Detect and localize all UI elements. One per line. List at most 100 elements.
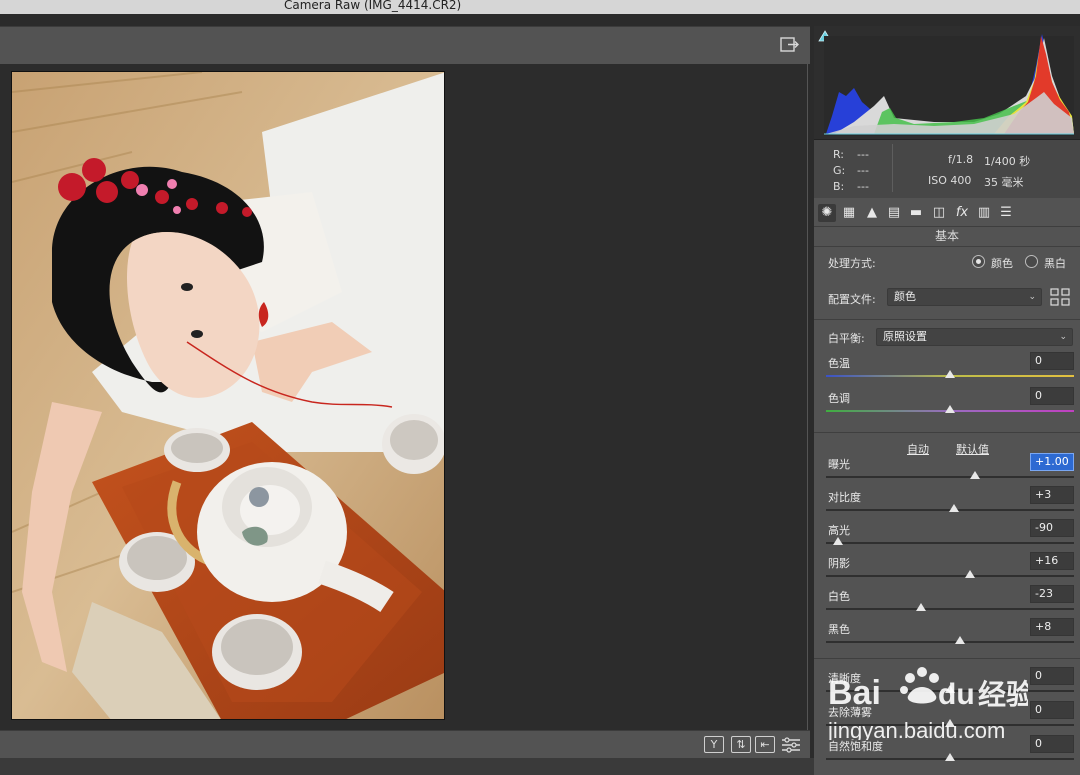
slider-label: 对比度 xyxy=(828,491,861,504)
camera-info: R: --- G: --- B: --- f/1.8 1/400 秒 ISO 400 … xyxy=(814,140,1080,198)
basic-aperture-icon[interactable]: ✺ xyxy=(818,204,836,222)
info-divider xyxy=(892,144,893,192)
slider-row: 自然饱和度 0 xyxy=(826,735,1074,768)
slider-thumb[interactable] xyxy=(945,753,955,761)
focal-length-value: 35 毫米 xyxy=(984,176,1024,189)
slider-thumb[interactable] xyxy=(969,471,980,479)
slider-row: 色调 0 xyxy=(826,387,1074,420)
slider-thumb[interactable] xyxy=(945,719,955,727)
slider-track[interactable] xyxy=(826,575,1074,577)
copy-settings-icon[interactable]: ⇤ xyxy=(755,736,775,753)
before-after-toggle-icon[interactable]: Y xyxy=(704,736,724,753)
preview-preferences-icon[interactable] xyxy=(781,737,801,753)
white-balance-value: 原照设置 xyxy=(883,330,927,343)
slider-thumb[interactable] xyxy=(945,370,955,378)
calibration-icon[interactable]: ▥ xyxy=(975,204,993,222)
white-balance-select[interactable]: 原照设置 ⌄ xyxy=(876,328,1073,346)
auto-link[interactable]: 自动 xyxy=(907,441,929,457)
slider-label: 自然饱和度 xyxy=(828,740,883,753)
effects-fx-icon[interactable]: fx xyxy=(953,204,971,222)
b-value: --- xyxy=(857,180,869,193)
slider-thumb[interactable] xyxy=(954,636,965,644)
adjustment-panel: R: --- G: --- B: --- f/1.8 1/400 秒 ISO 400 … xyxy=(814,26,1080,775)
iso-value: ISO 400 xyxy=(928,174,972,187)
slider-row: 高光 -90 xyxy=(826,519,1074,552)
slider-label: 阴影 xyxy=(828,557,850,570)
slider-thumb[interactable] xyxy=(833,537,844,545)
slider-row: 曝光 +1.00 xyxy=(826,453,1074,486)
slider-label: 清晰度 xyxy=(828,672,861,685)
window-title: Camera Raw (IMG_4414.CR2) xyxy=(284,0,462,12)
slider-row: 去除薄雾 0 xyxy=(826,701,1074,734)
divider xyxy=(814,658,1080,659)
slider-label: 色调 xyxy=(828,392,850,405)
aperture-value: f/1.8 xyxy=(948,153,974,166)
slider-track[interactable] xyxy=(826,542,1074,544)
slider-thumb[interactable] xyxy=(948,504,959,512)
window-titlebar: Camera Raw (IMG_4414.CR2) xyxy=(0,0,1080,14)
profile-value: 颜色 xyxy=(894,290,916,303)
slider-thumb[interactable] xyxy=(964,570,975,578)
b-label: B: xyxy=(833,180,845,193)
slider-thumb[interactable] xyxy=(916,603,927,611)
slider-value-field[interactable]: 0 xyxy=(1030,667,1074,685)
exit-fullscreen-icon[interactable] xyxy=(780,36,800,54)
divider xyxy=(814,246,1080,247)
slider-label: 去除薄雾 xyxy=(828,706,872,719)
slider-label: 黑色 xyxy=(828,623,850,636)
treatment-color-radio[interactable] xyxy=(972,255,985,268)
slider-value-field[interactable]: +1.00 xyxy=(1030,453,1074,471)
slider-value-field[interactable]: 0 xyxy=(1030,387,1074,405)
slider-value-field[interactable]: -90 xyxy=(1030,519,1074,537)
slider-value-field[interactable]: +16 xyxy=(1030,552,1074,570)
slider-value-field[interactable]: 0 xyxy=(1030,735,1074,753)
slider-value-field[interactable]: 0 xyxy=(1030,701,1074,719)
split-toning-icon[interactable]: ▬ xyxy=(907,204,925,222)
bottom-toolbar: Y ⇅ ⇤ xyxy=(0,730,810,758)
tone-curve-icon[interactable]: ▦ xyxy=(840,204,858,222)
shutter-value: 1/400 秒 xyxy=(984,155,1031,168)
slider-track[interactable] xyxy=(826,608,1074,610)
slider-track[interactable] xyxy=(826,641,1074,643)
treatment-label: 处理方式: xyxy=(828,257,876,270)
slider-value-field[interactable]: 0 xyxy=(1030,352,1074,370)
treatment-bw-label: 黑白 xyxy=(1044,257,1066,270)
lens-icon[interactable]: ◫ xyxy=(930,204,948,222)
slider-row: 白色 -23 xyxy=(826,585,1074,618)
treatment-color-label: 颜色 xyxy=(991,257,1013,270)
chevron-down-icon: ⌄ xyxy=(1059,332,1067,342)
slider-label: 高光 xyxy=(828,524,850,537)
default-link[interactable]: 默认值 xyxy=(956,441,989,457)
section-title: 基本 xyxy=(934,229,959,243)
top-toolbar xyxy=(0,26,810,64)
r-label: R: xyxy=(833,148,845,161)
panel-tabs: ✺ ▦ ▲ ▤ ▬ ◫ fx ▥ ☰ xyxy=(814,201,1080,227)
slider-value-field[interactable]: -23 xyxy=(1030,585,1074,603)
presets-icon[interactable]: ☰ xyxy=(997,204,1015,222)
profile-label: 配置文件: xyxy=(828,293,876,306)
profile-browser-icon[interactable] xyxy=(1050,288,1070,306)
slider-row: 色温 0 xyxy=(826,352,1074,385)
slider-value-field[interactable]: +8 xyxy=(1030,618,1074,636)
hsl-icon[interactable]: ▤ xyxy=(885,204,903,222)
divider xyxy=(814,432,1080,433)
slider-label: 白色 xyxy=(828,590,850,603)
r-value: --- xyxy=(857,148,869,161)
chevron-down-icon: ⌄ xyxy=(1028,292,1036,302)
slider-label: 曝光 xyxy=(828,458,850,471)
slider-thumb[interactable] xyxy=(945,685,955,693)
treatment-bw-radio[interactable] xyxy=(1025,255,1038,268)
slider-row: 清晰度 0 xyxy=(826,667,1074,700)
g-value: --- xyxy=(857,164,869,177)
slider-track[interactable] xyxy=(826,476,1074,478)
detail-icon[interactable]: ▲ xyxy=(863,204,881,222)
slider-row: 对比度 +3 xyxy=(826,486,1074,519)
swap-settings-icon[interactable]: ⇅ xyxy=(731,736,751,753)
divider xyxy=(814,319,1080,320)
white-balance-label: 白平衡: xyxy=(828,332,865,345)
slider-label: 色温 xyxy=(828,357,850,370)
slider-value-field[interactable]: +3 xyxy=(1030,486,1074,504)
slider-thumb[interactable] xyxy=(945,405,955,413)
profile-select[interactable]: 颜色 ⌄ xyxy=(887,288,1042,306)
image-preview-area[interactable] xyxy=(0,64,808,730)
